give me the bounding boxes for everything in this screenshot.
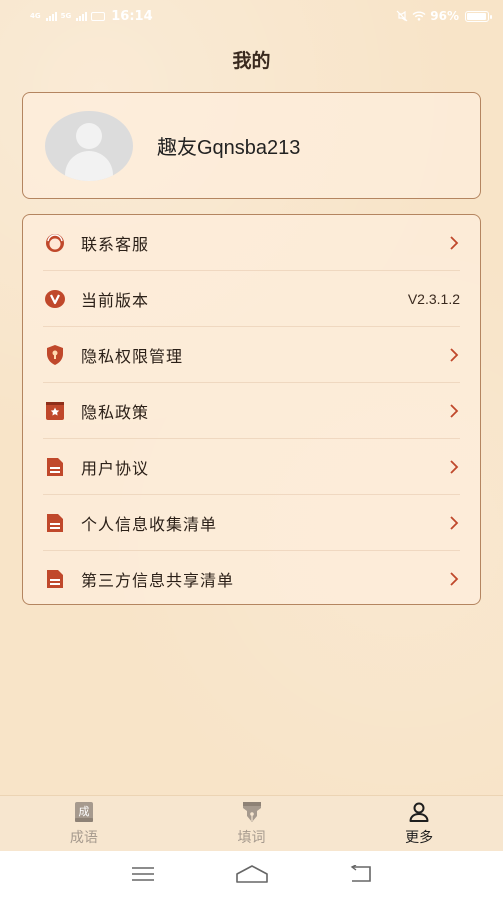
menu-label: 个人信息收集清单 [81, 514, 218, 534]
pen-nib-icon [242, 802, 261, 822]
chevron-right-icon [450, 403, 459, 418]
settings-menu: 联系客服 当前版本 V2.3.1.2 隐私权限管理 隐私政策 用户协议 个人信息… [22, 214, 481, 605]
back-icon[interactable] [348, 865, 374, 883]
document-icon [43, 455, 67, 479]
menu-label: 用户协议 [81, 458, 150, 478]
chengyu-book-icon: 成 [74, 802, 93, 822]
menu-item-contact-service[interactable]: 联系客服 [43, 215, 460, 271]
battery-percent: 96% [430, 9, 459, 23]
signal-icon-2 [76, 11, 88, 21]
status-right: 96% [396, 9, 492, 23]
menu-item-version[interactable]: 当前版本 V2.3.1.2 [43, 271, 460, 327]
document-icon [43, 567, 67, 591]
menu-item-third-party-sharing[interactable]: 第三方信息共享清单 [43, 551, 460, 607]
menu-item-user-agreement[interactable]: 用户协议 [43, 439, 460, 495]
status-time: 16:14 [111, 8, 153, 24]
menu-icon[interactable] [130, 866, 156, 882]
menu-item-privacy-permissions[interactable]: 隐私权限管理 [43, 327, 460, 383]
tab-tianci[interactable]: 填词 [168, 796, 336, 851]
menu-label: 当前版本 [81, 290, 150, 310]
home-icon[interactable] [235, 864, 269, 884]
hd-icon [91, 11, 106, 21]
silent-mode-icon [396, 10, 408, 22]
battery-icon [465, 10, 492, 22]
menu-item-personal-info-list[interactable]: 个人信息收集清单 [43, 495, 460, 551]
bookmark-star-icon [43, 399, 67, 423]
tab-label: 更多 [405, 830, 434, 846]
chevron-right-icon [450, 572, 459, 586]
status-bar: 4G 5G 16:14 96% [0, 0, 503, 32]
tab-label: 填词 [237, 830, 266, 846]
bottom-tab-bar: 成 成语 填词 更多 [0, 795, 503, 851]
username: 趣友Gqnsba213 [157, 137, 301, 159]
tab-more[interactable]: 更多 [335, 796, 503, 851]
wifi-icon [412, 11, 426, 21]
chengyu-icon-glyph: 成 [78, 805, 89, 818]
tab-label: 成语 [69, 830, 98, 846]
menu-label: 联系客服 [81, 234, 150, 254]
document-icon [43, 511, 67, 535]
version-icon [43, 287, 67, 311]
network-type-2: 5G [60, 11, 72, 20]
menu-label: 第三方信息共享清单 [81, 571, 235, 590]
chevron-right-icon [450, 459, 459, 474]
menu-label: 隐私政策 [81, 402, 150, 422]
chevron-right-icon [450, 235, 459, 250]
system-navigation-bar [0, 851, 503, 897]
chevron-right-icon [450, 515, 459, 530]
person-icon [409, 802, 429, 822]
menu-label: 隐私权限管理 [81, 346, 184, 366]
tab-chengyu[interactable]: 成 成语 [0, 796, 168, 851]
chevron-right-icon [450, 347, 459, 362]
customer-service-icon [43, 231, 67, 255]
version-value: V2.3.1.2 [407, 290, 460, 307]
shield-lock-icon [43, 343, 67, 367]
status-left: 4G 5G 16:14 [30, 9, 153, 24]
signal-icon-1 [45, 11, 57, 21]
menu-item-privacy-policy[interactable]: 隐私政策 [43, 383, 460, 439]
profile-card[interactable]: 趣友Gqnsba213 [22, 92, 481, 199]
page-title: 我的 [232, 50, 271, 72]
network-type-1: 4G [30, 11, 41, 20]
avatar[interactable] [45, 110, 133, 181]
